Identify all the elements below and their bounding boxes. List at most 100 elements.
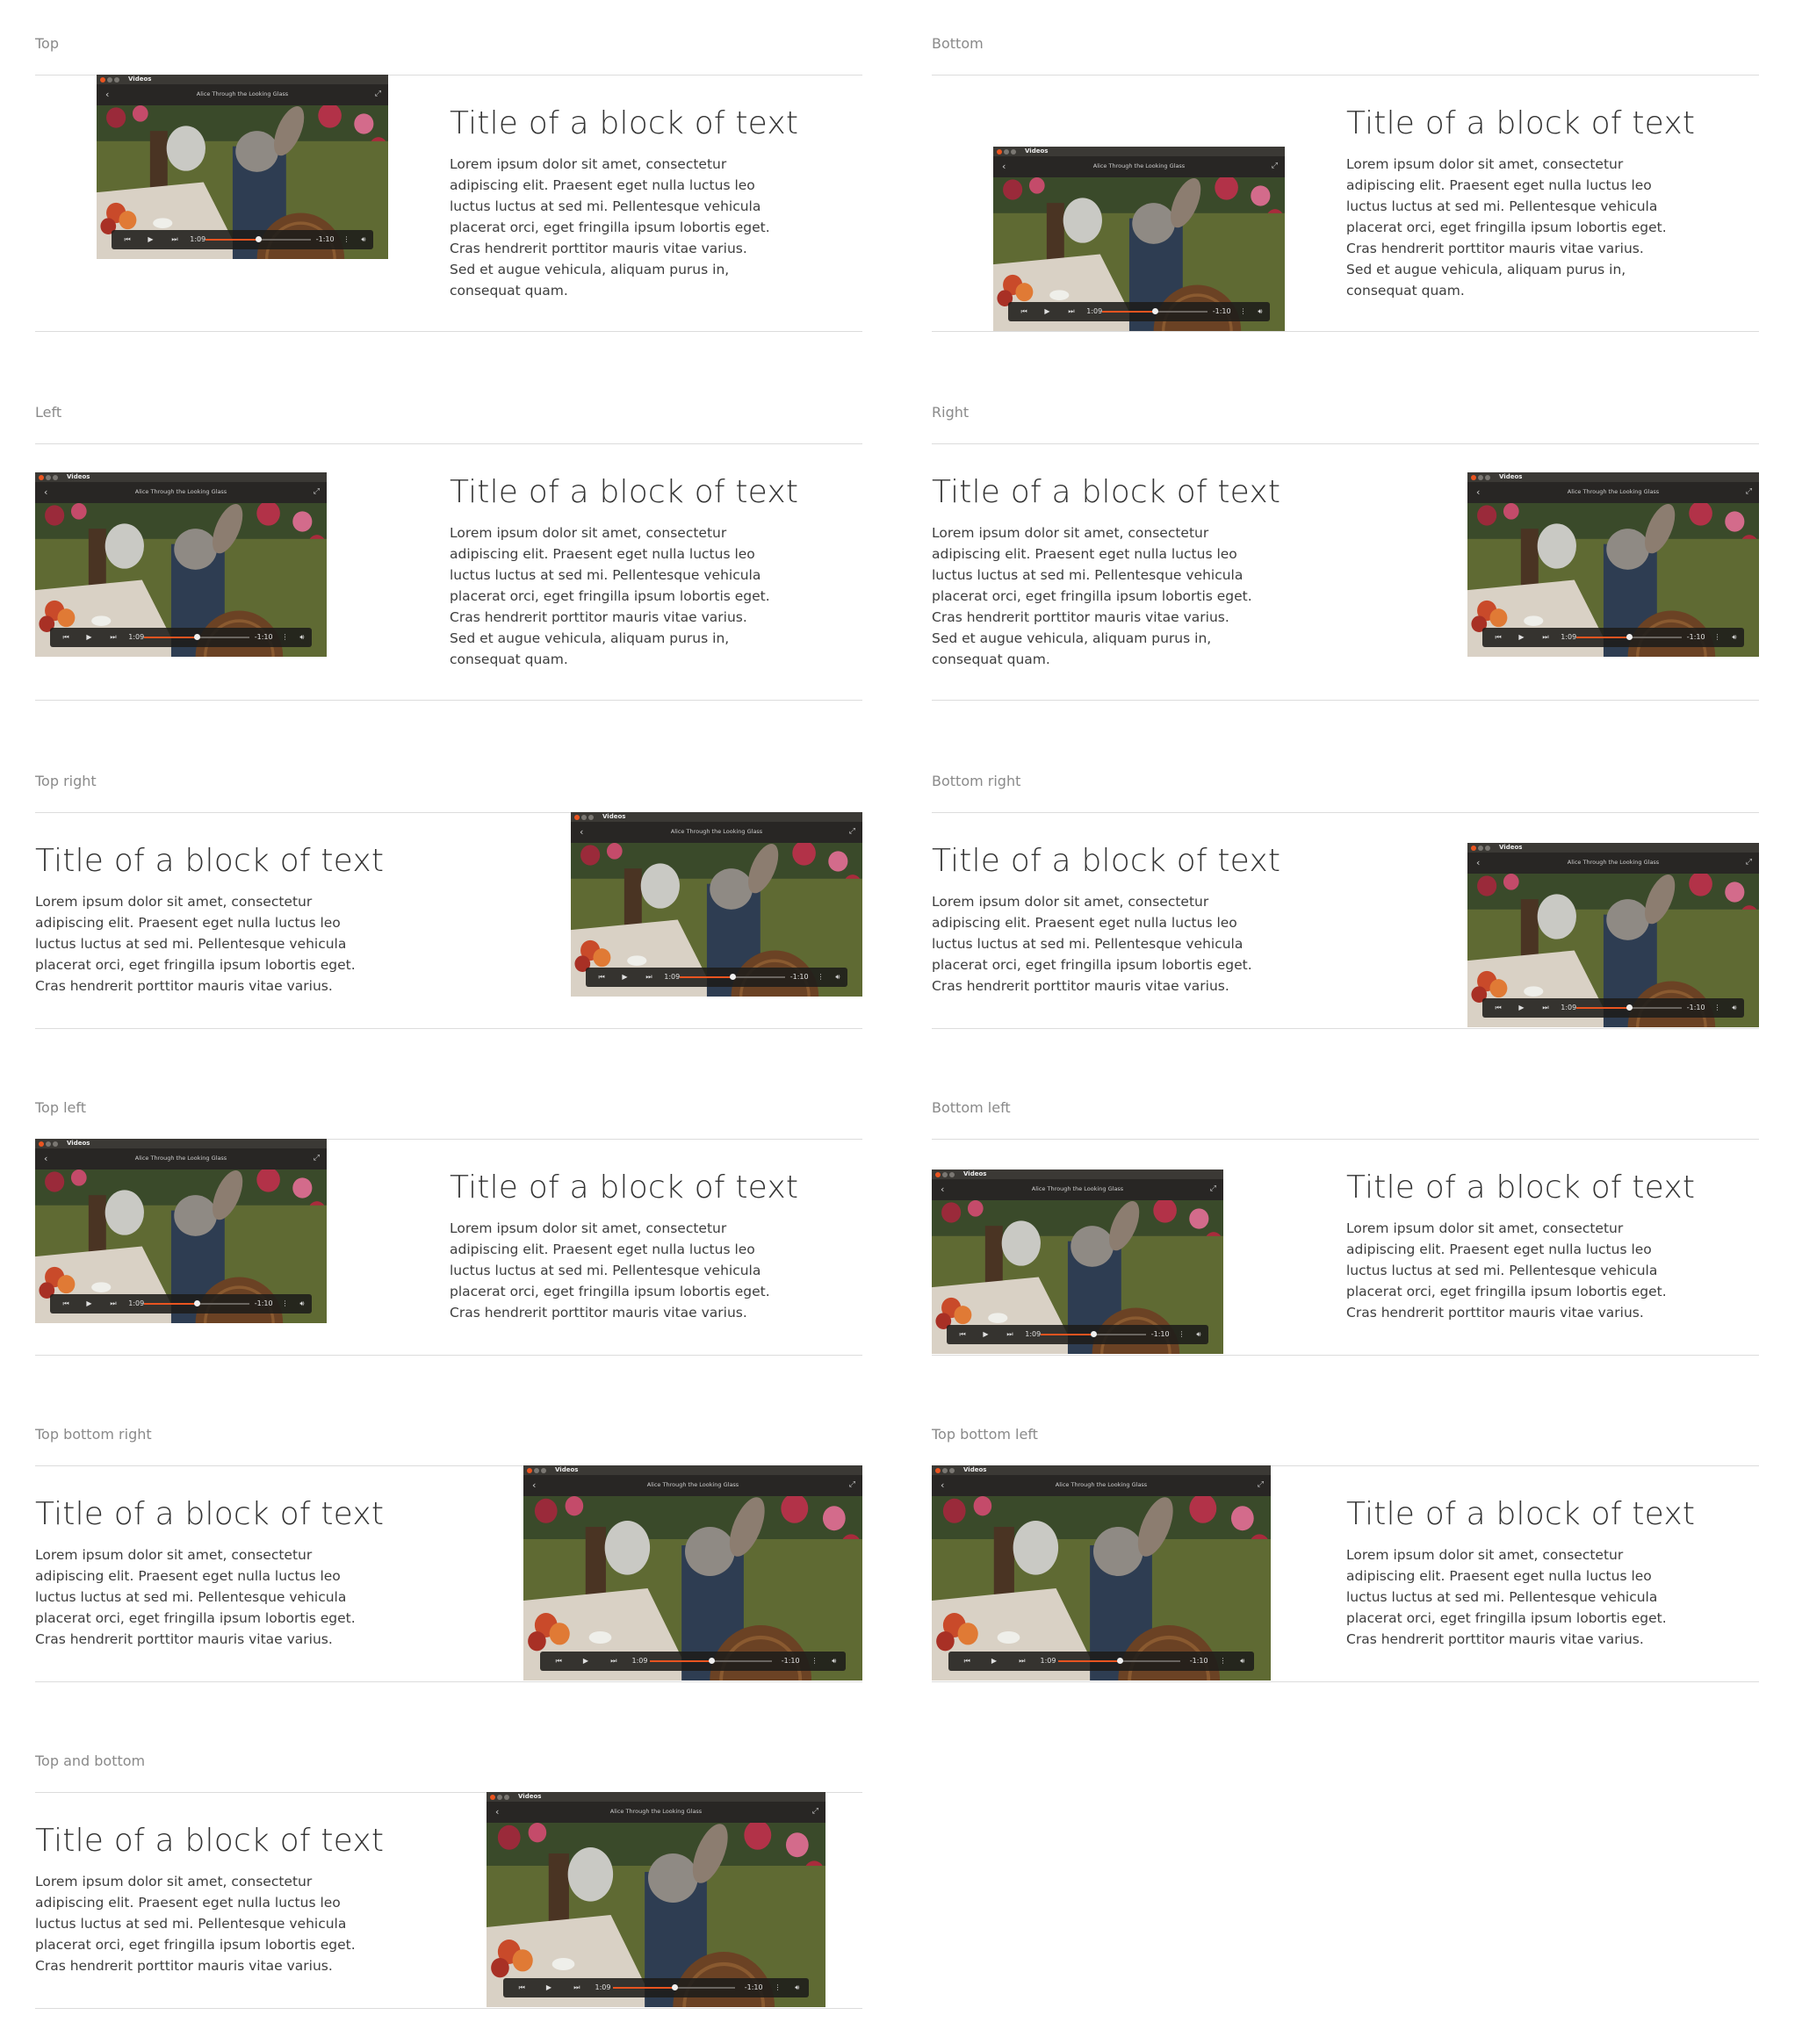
more-icon[interactable]: ⋮ — [343, 234, 350, 245]
minimize-dot-icon[interactable] — [46, 475, 51, 480]
fullscreen-icon[interactable]: ⤢ — [1258, 1479, 1264, 1490]
volume-icon[interactable]: 🔊︎ — [1240, 1656, 1244, 1666]
maximize-dot-icon[interactable] — [1485, 846, 1490, 851]
seek-bar-thumb[interactable] — [1090, 1331, 1097, 1337]
seek-bar-thumb[interactable] — [193, 1300, 200, 1306]
video-frame[interactable]: ⏮ ▶ ⏭ 1:09 -1:10 ⋮ 🔊︎ — [487, 1823, 825, 2007]
maximize-dot-icon[interactable] — [53, 1141, 58, 1147]
close-dot-icon[interactable] — [935, 1468, 941, 1473]
play-icon[interactable]: ▶ — [1518, 1003, 1524, 1013]
skip-forward-icon[interactable]: ⏭ — [1006, 1329, 1013, 1340]
skip-back-icon[interactable]: ⏮ — [63, 632, 69, 643]
seek-bar-thumb[interactable] — [1151, 308, 1158, 314]
video-frame[interactable]: ⏮ ▶ ⏭ 1:09 -1:10 ⋮ 🔊︎ — [571, 843, 862, 997]
close-dot-icon[interactable] — [100, 77, 105, 83]
maximize-dot-icon[interactable] — [588, 815, 594, 820]
video-frame[interactable]: ⏮ ▶ ⏭ 1:09 -1:10 ⋮ 🔊︎ — [993, 177, 1285, 331]
skip-forward-icon[interactable]: ⏭ — [1068, 306, 1074, 317]
skip-forward-icon[interactable]: ⏭ — [645, 972, 652, 982]
skip-forward-icon[interactable]: ⏭ — [171, 234, 177, 245]
more-icon[interactable]: ⋮ — [1219, 1656, 1226, 1666]
more-icon[interactable]: ⋮ — [282, 632, 289, 643]
play-icon[interactable]: ▶ — [991, 1656, 997, 1666]
minimize-dot-icon[interactable] — [1004, 149, 1009, 155]
volume-icon[interactable]: 🔊︎ — [795, 1983, 799, 1993]
skip-back-icon[interactable]: ⏮ — [1021, 306, 1027, 317]
skip-back-icon[interactable]: ⏮ — [599, 972, 605, 982]
more-icon[interactable]: ⋮ — [818, 972, 825, 982]
video-frame[interactable]: ⏮ ▶ ⏭ 1:09 -1:10 ⋮ 🔊︎ — [1467, 503, 1759, 657]
minimize-dot-icon[interactable] — [942, 1468, 948, 1473]
fullscreen-icon[interactable]: ⤢ — [812, 1806, 818, 1817]
video-frame[interactable]: ⏮ ▶ ⏭ 1:09 -1:10 ⋮ 🔊︎ — [35, 503, 327, 657]
seek-bar-thumb[interactable] — [193, 634, 200, 640]
skip-back-icon[interactable]: ⏮ — [964, 1656, 970, 1666]
volume-icon[interactable]: 🔊︎ — [1732, 1003, 1736, 1013]
play-icon[interactable]: ▶ — [148, 234, 153, 245]
skip-forward-icon[interactable]: ⏭ — [573, 1983, 580, 1993]
volume-icon[interactable]: 🔊︎ — [361, 234, 365, 245]
seek-bar[interactable] — [650, 1658, 773, 1664]
play-icon[interactable]: ▶ — [1044, 306, 1049, 317]
close-dot-icon[interactable] — [490, 1795, 495, 1800]
fullscreen-icon[interactable]: ⤢ — [849, 826, 855, 837]
skip-forward-icon[interactable]: ⏭ — [1542, 632, 1548, 643]
play-icon[interactable]: ▶ — [546, 1983, 551, 1993]
skip-back-icon[interactable]: ⏮ — [63, 1299, 69, 1309]
fullscreen-icon[interactable]: ⤢ — [314, 486, 320, 497]
minimize-dot-icon[interactable] — [1478, 475, 1483, 480]
seek-bar[interactable] — [613, 1984, 736, 1990]
maximize-dot-icon[interactable] — [949, 1172, 955, 1177]
seek-bar[interactable] — [205, 236, 311, 242]
minimize-dot-icon[interactable] — [534, 1468, 539, 1473]
play-icon[interactable]: ▶ — [1518, 632, 1524, 643]
video-frame[interactable]: ⏮ ▶ ⏭ 1:09 -1:10 ⋮ 🔊︎ — [523, 1496, 862, 1681]
seek-bar[interactable] — [1041, 1331, 1146, 1337]
seek-bar[interactable] — [1058, 1658, 1181, 1664]
seek-bar[interactable] — [1102, 308, 1207, 314]
skip-back-icon[interactable]: ⏮ — [556, 1656, 562, 1666]
close-dot-icon[interactable] — [1471, 846, 1476, 851]
minimize-dot-icon[interactable] — [46, 1141, 51, 1147]
more-icon[interactable]: ⋮ — [1714, 1003, 1721, 1013]
seek-bar-thumb[interactable] — [1626, 634, 1633, 640]
maximize-dot-icon[interactable] — [114, 77, 119, 83]
video-frame[interactable]: ⏮ ▶ ⏭ 1:09 -1:10 ⋮ 🔊︎ — [932, 1496, 1271, 1681]
fullscreen-icon[interactable]: ⤢ — [849, 1479, 855, 1490]
close-dot-icon[interactable] — [997, 149, 1002, 155]
seek-bar-thumb[interactable] — [1626, 1004, 1633, 1011]
seek-bar-thumb[interactable] — [729, 974, 736, 980]
minimize-dot-icon[interactable] — [942, 1172, 948, 1177]
maximize-dot-icon[interactable] — [541, 1468, 546, 1473]
volume-icon[interactable]: 🔊︎ — [832, 1656, 836, 1666]
maximize-dot-icon[interactable] — [504, 1795, 509, 1800]
skip-forward-icon[interactable]: ⏭ — [110, 1299, 116, 1309]
fullscreen-icon[interactable]: ⤢ — [1746, 486, 1752, 497]
maximize-dot-icon[interactable] — [1011, 149, 1016, 155]
seek-bar-thumb[interactable] — [1116, 1658, 1123, 1664]
fullscreen-icon[interactable]: ⤢ — [314, 1153, 320, 1163]
seek-bar-thumb[interactable] — [255, 236, 262, 242]
play-icon[interactable]: ▶ — [583, 1656, 588, 1666]
seek-bar[interactable] — [144, 634, 249, 640]
volume-icon[interactable]: 🔊︎ — [299, 1299, 304, 1309]
fullscreen-icon[interactable]: ⤢ — [1746, 857, 1752, 867]
seek-bar[interactable] — [144, 1300, 249, 1306]
seek-bar-thumb[interactable] — [671, 1984, 678, 1990]
play-icon[interactable]: ▶ — [983, 1329, 988, 1340]
fullscreen-icon[interactable]: ⤢ — [1210, 1184, 1216, 1194]
close-dot-icon[interactable] — [527, 1468, 532, 1473]
skip-back-icon[interactable]: ⏮ — [1496, 1003, 1502, 1013]
more-icon[interactable]: ⋮ — [811, 1656, 818, 1666]
video-frame[interactable]: ⏮ ▶ ⏭ 1:09 -1:10 ⋮ 🔊︎ — [1467, 874, 1759, 1027]
skip-back-icon[interactable]: ⏮ — [519, 1983, 525, 1993]
seek-bar[interactable] — [680, 974, 785, 980]
more-icon[interactable]: ⋮ — [1179, 1329, 1186, 1340]
close-dot-icon[interactable] — [39, 1141, 44, 1147]
skip-forward-icon[interactable]: ⏭ — [610, 1656, 616, 1666]
skip-back-icon[interactable]: ⏮ — [125, 234, 131, 245]
fullscreen-icon[interactable]: ⤢ — [1272, 161, 1278, 171]
volume-icon[interactable]: 🔊︎ — [299, 632, 304, 643]
close-dot-icon[interactable] — [935, 1172, 941, 1177]
video-frame[interactable]: ⏮ ▶ ⏭ 1:09 -1:10 ⋮ 🔊︎ — [932, 1200, 1223, 1354]
